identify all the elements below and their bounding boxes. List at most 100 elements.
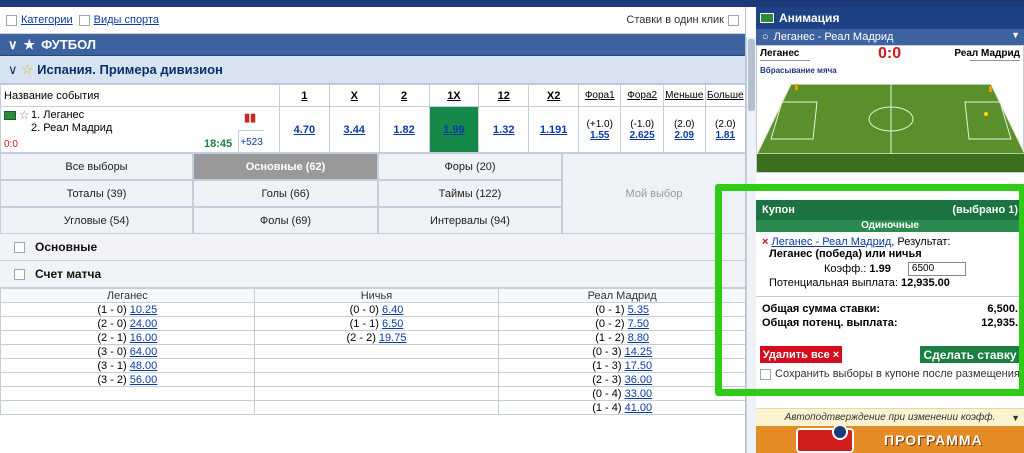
one-click-checkbox[interactable] <box>728 14 739 26</box>
score-odds-link[interactable]: 33.00 <box>625 388 653 400</box>
score-odds-link[interactable]: 5.35 <box>628 304 649 316</box>
scrollbar-thumb[interactable] <box>748 39 755 111</box>
sports-checkbox[interactable] <box>78 14 90 26</box>
score-cell[interactable]: (2 - 2) 19.75 <box>253 330 500 345</box>
chevron-down-icon[interactable]: ▼ <box>1011 413 1020 423</box>
tab-foras[interactable]: Форы (20) <box>378 153 562 180</box>
stake-input[interactable]: 6500 <box>907 262 966 276</box>
header-1x[interactable]: 1X <box>428 84 480 107</box>
score-odds-link[interactable]: 7.50 <box>628 318 649 330</box>
odds-1-value[interactable]: 4.70 <box>294 124 315 136</box>
stats-icon[interactable]: ▮▮ <box>244 111 256 124</box>
score-odds-link[interactable]: 8.80 <box>628 332 649 344</box>
coupon-event-link[interactable]: Леганес - Реал Мадрид <box>772 236 892 248</box>
keep-selections-option[interactable]: Сохранить выборы в купоне после размещен… <box>760 368 1020 380</box>
score-cell[interactable]: (2 - 3) 36.00 <box>498 372 745 387</box>
score-odds-link[interactable]: 64.00 <box>130 346 158 358</box>
header-12[interactable]: 12 <box>478 84 530 107</box>
under-value[interactable]: 2.09 <box>674 130 693 141</box>
match-select[interactable]: ○ Леганес - Реал Мадрид ▼ <box>756 29 1024 45</box>
score-odds-link[interactable]: 16.00 <box>130 332 158 344</box>
animation-header[interactable]: Анимация <box>756 7 1024 29</box>
fora1-value[interactable]: 1.55 <box>590 130 609 141</box>
score-odds-link[interactable]: 6.40 <box>382 304 403 316</box>
score-odds-link[interactable]: 19.75 <box>379 332 407 344</box>
place-bet-button[interactable]: Сделать ставку <box>920 346 1020 363</box>
coupon-type[interactable]: Одиночные <box>756 220 1024 232</box>
score-odds-link[interactable]: 36.00 <box>625 374 653 386</box>
score-cell[interactable]: (0 - 0) 6.40 <box>253 302 500 317</box>
header-under[interactable]: Меньше <box>662 84 706 107</box>
remove-icon[interactable]: × <box>762 236 768 248</box>
score-cell[interactable]: (3 - 1) 48.00 <box>0 358 255 373</box>
odds-x2-value[interactable]: 1.191 <box>540 124 568 136</box>
tab-totals[interactable]: Тоталы (39) <box>0 180 193 207</box>
odds-cell-x[interactable]: 3.44 <box>328 106 380 153</box>
one-click-toggle[interactable]: Ставки в один клик <box>626 14 739 26</box>
score-odds-link[interactable]: 6.50 <box>382 318 403 330</box>
categories-checkbox[interactable] <box>6 14 17 26</box>
odds-cell-2[interactable]: 1.82 <box>378 106 430 153</box>
tab-goals[interactable]: Голы (66) <box>193 180 378 207</box>
event-cell[interactable]: ☆ 1. Леганес 2. Реал Мадрид 0:0 18:45 ▮▮… <box>0 106 280 153</box>
chevron-down-icon[interactable]: ∨ <box>8 62 18 78</box>
team1-name[interactable]: 1. Леганес <box>31 109 84 121</box>
sports-link[interactable]: Виды спорта <box>94 14 159 26</box>
score-odds-link[interactable]: 48.00 <box>130 360 158 372</box>
score-odds-link[interactable]: 17.50 <box>625 360 653 372</box>
odds-x-value[interactable]: 3.44 <box>344 124 365 136</box>
tab-main[interactable]: Основные (62) <box>193 153 378 180</box>
tab-intervals[interactable]: Интервалы (94) <box>378 207 562 234</box>
odds-cell-1x-selected[interactable]: 1.99 <box>428 106 480 153</box>
tab-corners[interactable]: Угловые (54) <box>0 207 193 234</box>
odds-12-value[interactable]: 1.32 <box>493 124 514 136</box>
star-outline-icon[interactable]: ☆ <box>22 62 34 78</box>
star-outline-icon[interactable]: ☆ <box>19 108 30 122</box>
score-cell[interactable]: (0 - 4) 33.00 <box>498 386 745 401</box>
section-main[interactable]: Основные <box>0 234 745 261</box>
section-score-checkbox[interactable] <box>14 268 25 280</box>
header-fora2[interactable]: Фора2 <box>620 84 664 107</box>
score-odds-link[interactable]: 24.00 <box>130 318 158 330</box>
score-cell[interactable]: (1 - 2) 8.80 <box>498 330 745 345</box>
score-cell[interactable]: (1 - 0) 10.25 <box>0 302 255 317</box>
odds-cell-12[interactable]: 1.32 <box>478 106 530 153</box>
fora1-cell[interactable]: (+1.0) 1.55 <box>578 106 622 153</box>
fora2-value[interactable]: 2.625 <box>630 130 655 141</box>
sport-header[interactable]: ∨ ★ ФУТБОЛ <box>0 34 745 56</box>
sports-filter[interactable]: Виды спорта <box>78 14 159 26</box>
tab-my-choice[interactable]: Мой выбор <box>562 153 745 234</box>
header-fora1[interactable]: Фора1 <box>578 84 622 107</box>
odds-cell-1[interactable]: 4.70 <box>278 106 330 153</box>
soccer-field-icon[interactable] <box>4 111 16 120</box>
score-cell[interactable]: (1 - 3) 17.50 <box>498 358 745 373</box>
tab-fouls[interactable]: Фолы (69) <box>193 207 378 234</box>
main-scrollbar[interactable] <box>746 37 756 453</box>
promo-banner[interactable]: ПРОГРАММА <box>756 426 1024 453</box>
header-x2[interactable]: X2 <box>528 84 580 107</box>
categories-filter[interactable]: Категории <box>6 14 73 26</box>
score-cell[interactable]: (1 - 1) 6.50 <box>253 316 500 331</box>
chevron-down-icon[interactable]: ∨ <box>8 37 18 53</box>
odds-2-value[interactable]: 1.82 <box>393 124 414 136</box>
over-cell[interactable]: (2.0) 1.81 <box>704 106 745 153</box>
under-cell[interactable]: (2.0) 2.09 <box>662 106 706 153</box>
score-odds-link[interactable]: 56.00 <box>130 374 158 386</box>
categories-link[interactable]: Категории <box>21 14 73 26</box>
section-main-checkbox[interactable] <box>14 241 25 253</box>
chevron-down-icon[interactable]: ▼ <box>1011 30 1020 40</box>
score-cell[interactable]: (2 - 0) 24.00 <box>0 316 255 331</box>
header-x[interactable]: X <box>328 84 380 107</box>
keep-selections-checkbox[interactable] <box>760 368 771 380</box>
header-over[interactable]: Больше <box>704 84 745 107</box>
score-cell[interactable]: (0 - 1) 5.35 <box>498 302 745 317</box>
league-header[interactable]: ∨ ☆ Испания. Примера дивизион <box>0 56 745 84</box>
section-score[interactable]: Счет матча <box>0 261 745 288</box>
tab-halves[interactable]: Таймы (122) <box>378 180 562 207</box>
score-cell[interactable]: (0 - 2) 7.50 <box>498 316 745 331</box>
tab-all[interactable]: Все выборы <box>0 153 193 180</box>
score-odds-link[interactable]: 41.00 <box>625 402 653 414</box>
score-cell[interactable]: (3 - 0) 64.00 <box>0 344 255 359</box>
header-1[interactable]: 1 <box>278 84 330 107</box>
score-odds-link[interactable]: 10.25 <box>130 304 158 316</box>
